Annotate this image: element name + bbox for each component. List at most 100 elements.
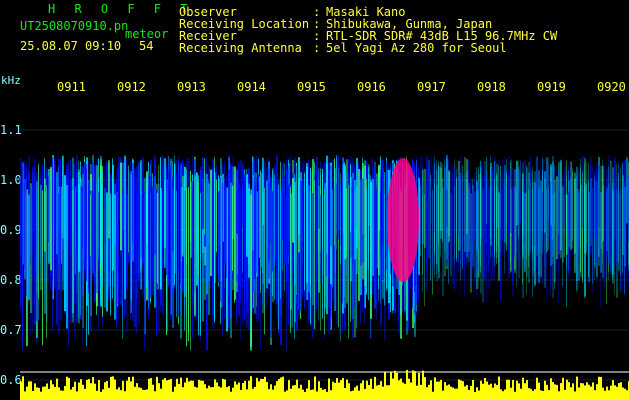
baseline-bar <box>426 387 428 400</box>
spectrum-streak <box>438 160 439 246</box>
baseline-bar <box>142 389 144 400</box>
spectrum-streak <box>82 186 83 250</box>
baseline-bar <box>560 383 562 400</box>
spectrum-streak <box>534 181 535 247</box>
baseline-bar <box>496 384 498 400</box>
baseline-bar <box>576 376 578 400</box>
spectrum-streak <box>250 194 252 351</box>
spectrum-streak <box>544 171 546 233</box>
spectrum-streak <box>278 184 279 330</box>
baseline-bar <box>78 382 80 400</box>
baseline-bar <box>130 381 132 400</box>
baseline-bar <box>342 378 344 400</box>
spectrum-streak <box>448 171 450 242</box>
spectrum-streak <box>594 181 596 269</box>
baseline-bar <box>516 380 518 400</box>
baseline-bar <box>362 380 364 400</box>
baseline-bar <box>562 377 564 400</box>
baseline-bar <box>536 377 538 400</box>
spectrum-streak <box>284 176 285 262</box>
spectrum-streak <box>154 155 156 256</box>
baseline-bar <box>466 385 468 400</box>
baseline-bar <box>20 381 22 400</box>
baseline-bar <box>468 389 470 400</box>
baseline-bar <box>150 378 152 400</box>
spectrum-streak <box>530 180 531 251</box>
spectrum-streak <box>62 155 64 239</box>
spectrum-streak <box>468 188 470 262</box>
baseline-bar <box>126 380 128 400</box>
spectrum-streak <box>574 178 576 254</box>
baseline-bar <box>290 388 292 400</box>
baseline-bar <box>614 385 616 400</box>
spectrum-streak <box>66 185 68 329</box>
time-tick: 0918 <box>477 80 506 94</box>
baseline-bar <box>310 389 312 400</box>
baseline-bar <box>586 382 588 400</box>
spectrum-streak <box>172 176 174 252</box>
baseline-bar <box>352 390 354 400</box>
spectrum-streak <box>310 192 311 325</box>
spectrum-streak <box>72 189 74 323</box>
baseline-bar <box>222 378 224 400</box>
baseline-bar <box>596 384 598 400</box>
baseline-bar <box>568 382 570 400</box>
baseline-bar <box>108 387 110 400</box>
baseline-bar <box>74 381 76 400</box>
baseline-bar <box>444 382 446 400</box>
baseline-bar <box>402 382 404 400</box>
baseline-bar <box>120 390 122 400</box>
spectrum-streak <box>580 165 581 249</box>
spectrum-streak <box>26 180 27 297</box>
baseline-bar <box>446 385 448 400</box>
baseline-bar <box>146 389 148 400</box>
spectrum-streak <box>102 171 103 285</box>
spectrum-streak <box>282 162 284 241</box>
baseline-bar <box>72 386 74 400</box>
spectrum-streak <box>420 156 422 242</box>
spectrum-streak <box>312 193 314 338</box>
spectrum-streak <box>124 155 126 300</box>
signal-baseline-strip <box>20 370 629 400</box>
meteor-count: 54 <box>139 39 154 53</box>
baseline-bar <box>166 380 168 400</box>
baseline-bar <box>318 381 320 400</box>
baseline-bar <box>144 390 146 400</box>
baseline-bar <box>82 384 84 400</box>
spectrum-streak <box>234 166 236 300</box>
spectrum-streak <box>110 193 111 316</box>
spectrum-streak <box>562 186 563 291</box>
baseline-bar <box>110 376 112 400</box>
spectrum-streak <box>224 161 225 319</box>
spectrum-streak <box>382 163 383 245</box>
spectrum-streak <box>70 180 72 255</box>
baseline-bar <box>306 388 308 400</box>
baseline-bar <box>406 370 408 400</box>
baseline-bar <box>434 377 436 400</box>
spectrum-streak <box>466 170 468 258</box>
spectrum-streak <box>80 175 81 316</box>
spectrum-streak <box>514 169 515 258</box>
spectrum-streak <box>36 172 38 322</box>
spectrum-streak <box>134 185 136 276</box>
baseline-bar <box>250 376 252 400</box>
spectrum-streak <box>426 159 428 227</box>
baseline-bar <box>84 388 86 400</box>
spectrum-streak <box>44 178 46 252</box>
spectrum-streak <box>252 156 254 251</box>
baseline-bar <box>478 390 480 400</box>
baseline-bar <box>210 387 212 400</box>
baseline-bar <box>272 389 274 400</box>
spectrum-streak <box>246 174 248 257</box>
baseline-bar <box>502 391 504 400</box>
baseline-bar <box>86 379 88 400</box>
baseline-bar <box>50 380 52 400</box>
spectrum-streak <box>34 176 36 328</box>
spectrum-streak <box>248 188 250 278</box>
baseline-bar <box>202 380 204 400</box>
baseline-bar <box>464 386 466 400</box>
baseline-bar <box>140 387 142 400</box>
spectrum-streak <box>618 162 620 253</box>
baseline-bar <box>484 377 486 400</box>
spectrum-streak <box>166 168 167 276</box>
